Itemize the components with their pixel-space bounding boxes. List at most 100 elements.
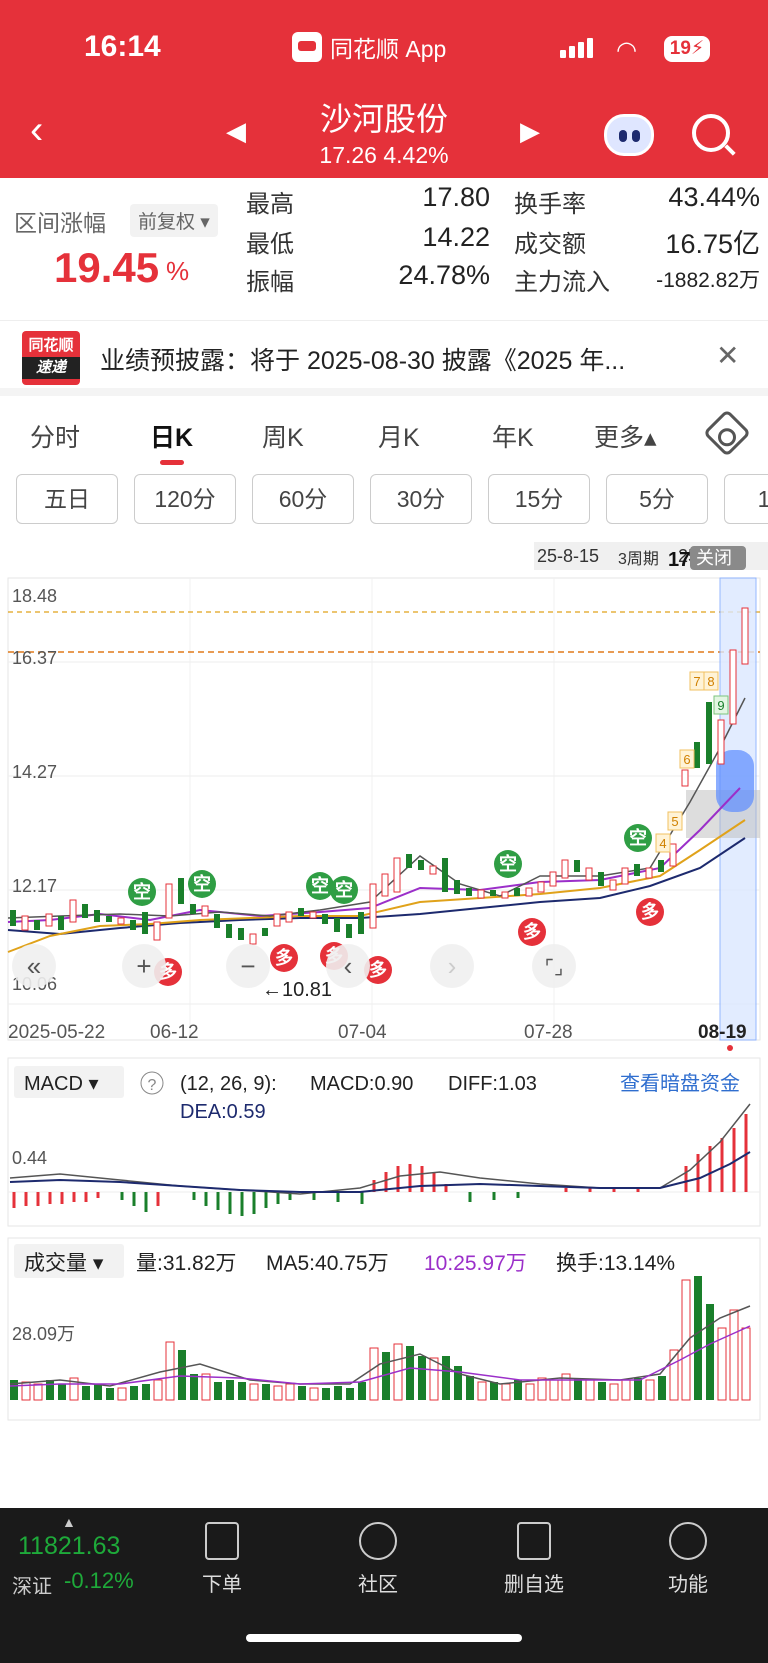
- range-start-label: 25-8-15: [537, 546, 599, 566]
- order-button[interactable]: 下单: [182, 1522, 262, 1597]
- settings-icon[interactable]: [702, 408, 752, 458]
- status-time: 16:14: [84, 30, 161, 63]
- svg-text:−: −: [240, 951, 255, 981]
- stat-label-high: 最高: [246, 191, 294, 218]
- x-tick: 2025-05-22: [8, 1022, 105, 1043]
- tab-more[interactable]: 更多▴: [594, 418, 657, 454]
- svg-text:9: 9: [717, 698, 724, 713]
- stat-label-low: 最低: [246, 231, 294, 258]
- svg-text:6: 6: [683, 752, 690, 767]
- svg-text:多: 多: [369, 959, 387, 980]
- stat-value-turnover: 43.44%: [668, 182, 760, 212]
- stat-label-turnover: 换手率: [514, 191, 586, 218]
- svg-text:7: 7: [693, 674, 700, 689]
- macd-params: (12, 26, 9):: [180, 1073, 277, 1095]
- volume-tick: 28.09万: [12, 1324, 75, 1344]
- remove-watchlist-icon: [517, 1522, 551, 1560]
- svg-text:?: ?: [148, 1077, 157, 1094]
- tab-intraday[interactable]: 分时: [30, 418, 80, 454]
- svg-text:空: 空: [133, 881, 151, 902]
- stat-label-amount: 成交额: [514, 231, 586, 258]
- functions-button[interactable]: 功能: [648, 1522, 728, 1597]
- period-15min[interactable]: 15分: [488, 474, 590, 524]
- dark-pool-link[interactable]: 查看暗盘资金: [620, 1072, 740, 1095]
- period-120min[interactable]: 120分: [134, 474, 236, 524]
- y-tick: 18.48: [12, 586, 57, 606]
- stat-label-amplitude: 振幅: [246, 269, 294, 296]
- range-label: 区间涨幅: [14, 210, 106, 236]
- bottom-toolbar: ▲ 11821.63 深证 -0.12% 下单 社区 删自选 功能: [0, 1508, 768, 1663]
- remove-watchlist-button[interactable]: 删自选: [494, 1522, 574, 1597]
- low-price-marker: ←10.81: [262, 979, 332, 1001]
- tab-monthly-k[interactable]: 月K: [378, 418, 420, 454]
- stat-label-mainflow: 主力流入: [514, 269, 610, 296]
- status-app-name: 同花顺 App: [292, 30, 446, 64]
- stock-price-change: 17.26 4.42%: [319, 142, 449, 168]
- turnover-value: 换手:13.14%: [556, 1252, 675, 1275]
- ma5-value: MA5:40.75万: [266, 1252, 389, 1275]
- y-tick: 12.17: [12, 876, 57, 896]
- period-30min[interactable]: 30分: [370, 474, 472, 524]
- community-icon: [359, 1522, 397, 1560]
- svg-text:空: 空: [335, 879, 353, 900]
- tab-weekly-k[interactable]: 周K: [262, 418, 304, 454]
- svg-text:›: ›: [448, 951, 457, 981]
- partial-price-label: 17: [668, 549, 690, 571]
- svg-text:+: +: [136, 951, 151, 981]
- expand-up-icon[interactable]: ▲: [62, 1514, 76, 1530]
- x-tick: 06-12: [150, 1022, 199, 1043]
- svg-text:多: 多: [275, 947, 293, 968]
- x-tick: 07-04: [338, 1022, 387, 1043]
- range-summary: 区间涨幅 前复权 ▾ 19.45 % 最高 17.80 最低 14.22 振幅 …: [0, 178, 768, 318]
- next-stock-icon[interactable]: ▶: [520, 116, 540, 147]
- chart-tabs: 分时 日K 周K 月K 年K 更多▴: [0, 404, 768, 470]
- diff-value: DIFF:1.03: [448, 1073, 537, 1095]
- active-tab-underline: [160, 460, 184, 465]
- x-tick: 08-19: [698, 1022, 747, 1043]
- stat-value-low: 14.22: [422, 222, 490, 252]
- kline-chart[interactable]: 25-8-15 3周期 25-8-19 18.48 16.37 14.27 12…: [0, 538, 768, 1508]
- tab-yearly-k[interactable]: 年K: [492, 418, 534, 454]
- period-5min[interactable]: 5分: [606, 474, 708, 524]
- stat-value-high: 17.80: [422, 182, 490, 212]
- ma10-value: 10:25.97万: [424, 1252, 527, 1275]
- robot-assistant-icon[interactable]: [604, 114, 654, 156]
- svg-text:«: «: [27, 951, 41, 981]
- news-logo: 同花顺 速递: [22, 331, 80, 385]
- volume-value: 量:31.82万: [136, 1252, 236, 1275]
- battery-icon: 19⚡: [664, 36, 710, 62]
- wifi-icon: ◠: [616, 37, 637, 64]
- x-tick: 07-28: [524, 1022, 573, 1043]
- tab-daily-k[interactable]: 日K: [150, 418, 193, 454]
- svg-text:空: 空: [193, 873, 211, 894]
- news-banner[interactable]: 同花顺 速递 业绩预披露：将于 2025-08-30 披露《2025 年... ✕: [0, 320, 768, 396]
- range-value: 19.45: [54, 244, 160, 291]
- index-value[interactable]: 11821.63: [18, 1532, 120, 1561]
- macd-title[interactable]: MACD ▾: [24, 1073, 98, 1095]
- y-tick: 16.37: [12, 648, 57, 668]
- news-text[interactable]: 业绩预披露：将于 2025-08-30 披露《2025 年...: [100, 341, 625, 377]
- macd-value: MACD:0.90: [310, 1073, 413, 1095]
- svg-text:5: 5: [671, 814, 678, 829]
- dea-value: DEA:0.59: [180, 1101, 266, 1123]
- y-tick: 14.27: [12, 762, 57, 782]
- svg-text:4: 4: [659, 836, 666, 851]
- period-60min[interactable]: 60分: [252, 474, 354, 524]
- period-1min[interactable]: 1: [724, 474, 768, 524]
- home-indicator: [246, 1634, 522, 1642]
- adjust-dropdown[interactable]: 前复权 ▾: [130, 204, 218, 237]
- range-unit: %: [166, 256, 190, 286]
- period-5day[interactable]: 五日: [16, 474, 118, 524]
- close-icon[interactable]: ✕: [716, 339, 739, 372]
- menu-icon: [669, 1522, 707, 1560]
- app-header: 16:14 同花顺 App ◠ 19⚡ ‹ ◀ 沙河股份 17.26 4.42%…: [0, 0, 768, 178]
- macd-tick: 0.44: [12, 1148, 47, 1168]
- order-icon: [205, 1522, 239, 1560]
- search-icon[interactable]: [692, 114, 730, 152]
- app-logo-icon: [292, 32, 322, 62]
- community-button[interactable]: 社区: [338, 1522, 418, 1597]
- range-period-label: 3周期: [618, 550, 659, 568]
- close-range-label[interactable]: 关闭: [696, 548, 732, 568]
- volume-title[interactable]: 成交量 ▾: [24, 1252, 104, 1275]
- index-name: 深证: [12, 1576, 52, 1598]
